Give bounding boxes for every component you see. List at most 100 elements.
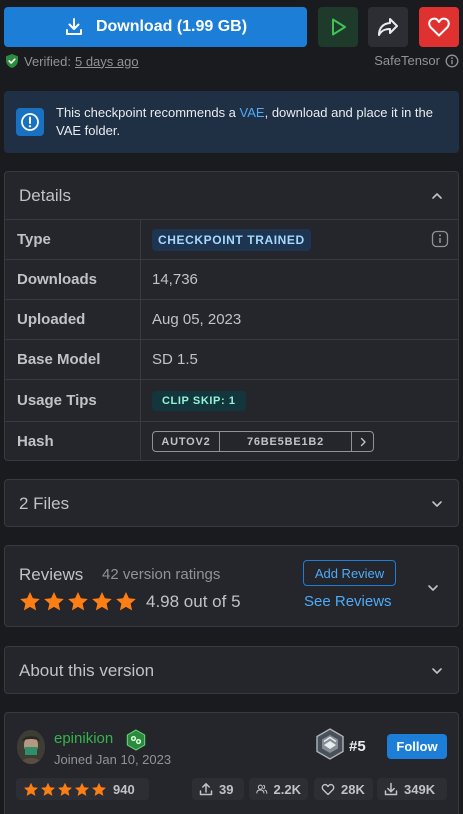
share-icon bbox=[378, 18, 398, 36]
download-icon bbox=[65, 18, 82, 35]
shield-check-icon bbox=[6, 54, 18, 68]
about-header[interactable]: About this version bbox=[5, 647, 458, 695]
star-icon bbox=[116, 592, 136, 611]
creator-badge-icon bbox=[126, 729, 146, 751]
model-type-badge: CHECKPOINT TRAINED bbox=[152, 228, 311, 251]
followers-stat: 2.2K bbox=[249, 778, 308, 800]
creator-rating-count: 940 bbox=[113, 781, 135, 797]
model-actions: Download (1.99 GB) bbox=[4, 7, 459, 47]
download-icon bbox=[384, 782, 398, 796]
detail-value: AUTOV2 76BE5BE1B2 bbox=[141, 422, 458, 461]
file-format: SafeTensor bbox=[374, 53, 459, 68]
star-icon bbox=[92, 782, 106, 796]
users-icon bbox=[256, 784, 268, 794]
detail-value: CHECKPOINT TRAINED bbox=[141, 220, 458, 259]
likes-count: 28K bbox=[341, 781, 365, 797]
creator-card: epinikion Joined Jan 10, 2023 #5 Follow … bbox=[4, 712, 459, 814]
chevron-down-icon bbox=[432, 501, 442, 507]
detail-row-hash: Hash AUTOV2 76BE5BE1B2 bbox=[5, 421, 458, 461]
downloads-stat: 349K bbox=[377, 778, 447, 800]
creator-joined-date: Joined Jan 10, 2023 bbox=[54, 752, 172, 767]
about-title: About this version bbox=[19, 661, 155, 680]
star-icon bbox=[41, 782, 55, 796]
files-header[interactable]: 2 Files bbox=[5, 480, 458, 528]
vae-link[interactable]: VAE bbox=[240, 105, 265, 120]
star-icon bbox=[68, 592, 88, 611]
run-button[interactable] bbox=[318, 7, 358, 47]
verified-date[interactable]: 5 days ago bbox=[75, 54, 139, 69]
detail-row-base-model: Base Model SD 1.5 bbox=[5, 339, 458, 379]
detail-value: SD 1.5 bbox=[152, 351, 198, 368]
detail-label: Usage Tips bbox=[5, 380, 141, 421]
download-button[interactable]: Download (1.99 GB) bbox=[4, 7, 307, 47]
star-icon bbox=[24, 782, 38, 796]
detail-label: Downloads bbox=[5, 260, 141, 299]
detail-label: Base Model bbox=[5, 340, 141, 379]
details-card: Details Type CHECKPOINT TRAINED Download… bbox=[4, 171, 459, 461]
star-icon bbox=[92, 592, 112, 611]
chevron-down-icon[interactable] bbox=[426, 581, 440, 595]
like-button[interactable] bbox=[419, 7, 459, 47]
upload-icon bbox=[199, 783, 213, 796]
star-icon bbox=[20, 592, 40, 611]
format-label: SafeTensor bbox=[374, 53, 440, 68]
reviews-title: Reviews bbox=[19, 565, 84, 584]
files-card[interactable]: 2 Files bbox=[4, 479, 459, 527]
creator-rating-stat: 940 bbox=[16, 778, 149, 800]
rating-stars bbox=[19, 591, 137, 612]
detail-value: CLIP SKIP: 1 bbox=[141, 380, 458, 421]
chevron-down-icon bbox=[432, 668, 442, 674]
creator-username[interactable]: epinikion bbox=[54, 730, 113, 747]
files-title: 2 Files bbox=[19, 494, 70, 513]
about-version-card[interactable]: About this version bbox=[4, 646, 459, 694]
star-icon bbox=[58, 782, 72, 796]
rank-badge-icon bbox=[316, 728, 344, 760]
chevron-right-icon bbox=[360, 437, 366, 446]
next-hash-button[interactable] bbox=[352, 432, 373, 451]
rating-score: 4.98 out of 5 bbox=[146, 592, 241, 611]
info-icon[interactable] bbox=[431, 230, 449, 248]
details-header[interactable]: Details bbox=[5, 172, 458, 220]
chevron-up-icon bbox=[432, 193, 442, 199]
detail-row-type: Type CHECKPOINT TRAINED bbox=[5, 219, 458, 259]
detail-row-downloads: Downloads 14,736 bbox=[5, 259, 458, 299]
creator-rating-stars bbox=[23, 782, 107, 797]
see-reviews-link[interactable]: See Reviews bbox=[304, 593, 392, 610]
play-icon bbox=[332, 18, 346, 36]
alert-message: This checkpoint recommends a VAE, downlo… bbox=[56, 104, 445, 140]
avatar[interactable] bbox=[17, 730, 45, 764]
hash-selector: AUTOV2 76BE5BE1B2 bbox=[152, 431, 374, 452]
detail-row-uploaded: Uploaded Aug 05, 2023 bbox=[5, 299, 458, 339]
hash-type[interactable]: AUTOV2 bbox=[153, 432, 220, 451]
hash-value[interactable]: 76BE5BE1B2 bbox=[220, 432, 352, 451]
detail-value: Aug 05, 2023 bbox=[152, 311, 242, 328]
heart-icon bbox=[321, 783, 335, 795]
creator-rank: #5 bbox=[349, 738, 366, 755]
reviews-count: 42 version ratings bbox=[102, 566, 221, 583]
clip-skip-badge: CLIP SKIP: 1 bbox=[152, 390, 246, 411]
share-button[interactable] bbox=[368, 7, 408, 47]
verified-status: Verified: 5 days ago bbox=[4, 53, 139, 69]
add-review-button[interactable]: Add Review bbox=[303, 560, 396, 586]
details-title: Details bbox=[19, 186, 71, 205]
vae-recommendation-alert: This checkpoint recommends a VAE, downlo… bbox=[4, 91, 459, 153]
uploads-count: 39 bbox=[219, 781, 234, 797]
verified-label: Verified: bbox=[24, 53, 71, 69]
detail-row-usage-tips: Usage Tips CLIP SKIP: 1 bbox=[5, 379, 458, 421]
alert-text-start: This checkpoint recommends a bbox=[56, 105, 240, 120]
download-label: Download (1.99 GB) bbox=[95, 18, 248, 35]
info-icon[interactable] bbox=[445, 54, 459, 68]
downloads-count: 349K bbox=[404, 781, 436, 797]
star-icon bbox=[44, 592, 64, 611]
heart-icon bbox=[428, 17, 450, 37]
detail-value: 14,736 bbox=[152, 271, 198, 288]
detail-label: Type bbox=[5, 220, 141, 259]
follow-button[interactable]: Follow bbox=[387, 734, 447, 759]
detail-label: Hash bbox=[5, 422, 141, 461]
verification-row: Verified: 5 days ago SafeTensor bbox=[4, 53, 459, 71]
alert-icon bbox=[16, 108, 44, 136]
likes-stat: 28K bbox=[314, 778, 373, 800]
reviews-card: Reviews 42 version ratings 4.98 out of 5… bbox=[4, 545, 459, 627]
followers-count: 2.2K bbox=[273, 781, 301, 797]
detail-label: Uploaded bbox=[5, 300, 141, 339]
